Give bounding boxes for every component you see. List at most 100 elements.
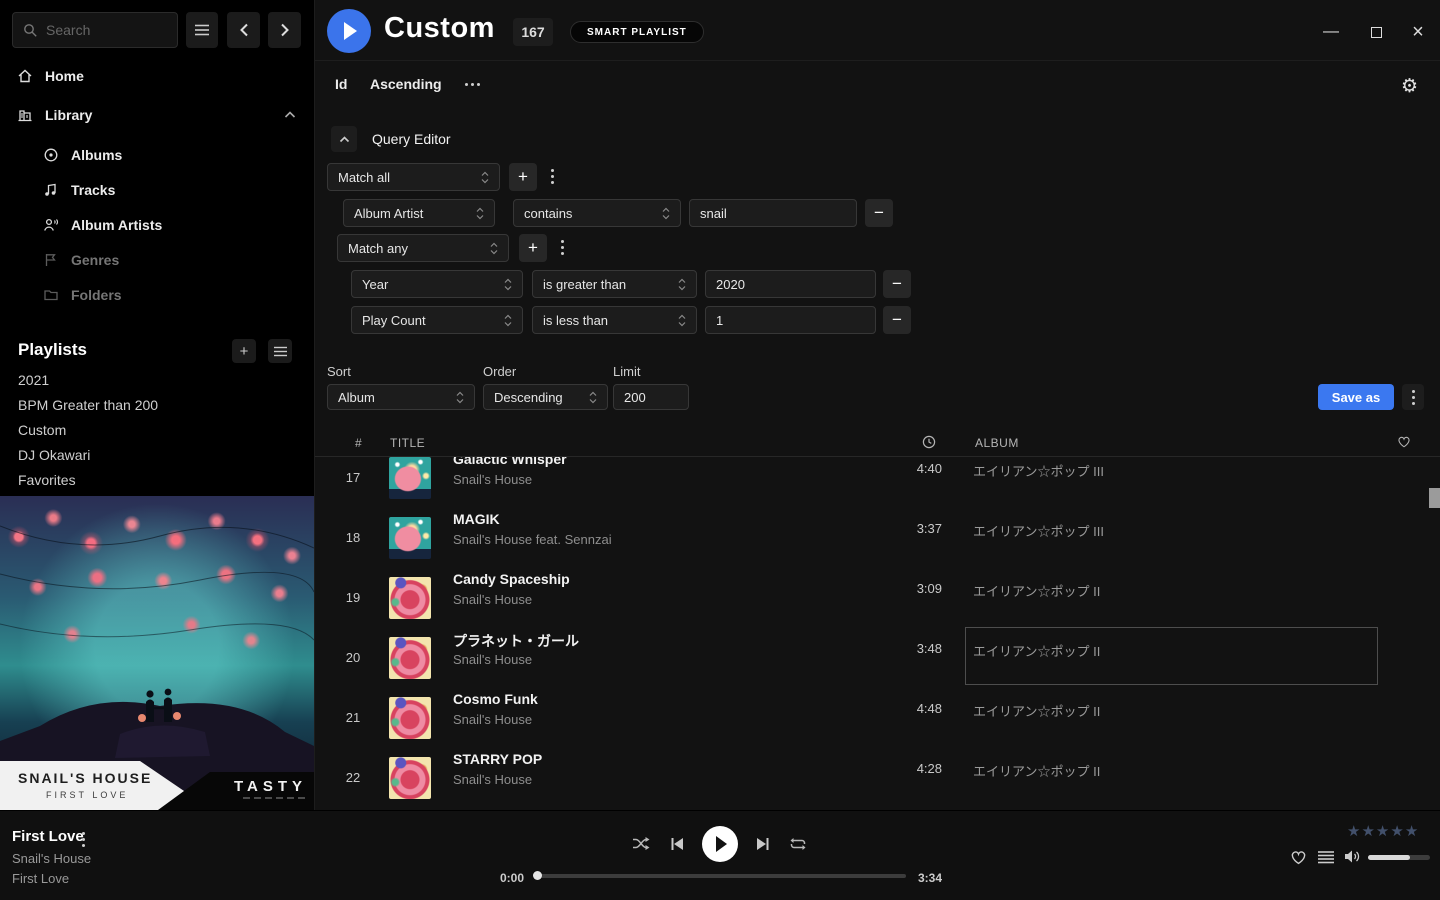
track-duration: 3:37 <box>860 521 942 536</box>
playlist-item[interactable]: BPM Greater than 200 <box>18 397 238 419</box>
window-minimize-button[interactable]: — <box>1315 16 1347 48</box>
rule-field-select[interactable]: Play Count <box>351 306 523 334</box>
track-row[interactable]: 18 MAGIK Snail's House feat. Sennzai 3:3… <box>315 508 1440 568</box>
add-rule-button[interactable]: + <box>519 234 547 262</box>
playlist-item[interactable]: Custom <box>18 422 238 444</box>
app-window: Home Library Albums Tracks <box>0 0 1440 900</box>
sort-direction-button[interactable]: Ascending <box>370 76 442 92</box>
track-artist: Snail's House <box>453 772 532 787</box>
now-playing-artist[interactable]: Snail's House <box>12 851 91 866</box>
save-as-button[interactable]: Save as <box>1318 384 1394 410</box>
select-value: is less than <box>543 313 608 328</box>
more-options-button[interactable] <box>465 83 480 86</box>
limit-input[interactable] <box>624 390 678 405</box>
total-time: 3:34 <box>918 871 942 885</box>
seek-knob[interactable] <box>533 871 542 880</box>
column-index[interactable]: # <box>355 436 362 450</box>
group-menu-button[interactable] <box>561 240 564 255</box>
seek-slider[interactable] <box>534 874 906 878</box>
sidebar-item-home[interactable]: Home <box>0 61 314 91</box>
track-title: プラネット・ガール <box>453 631 579 651</box>
remove-rule-button[interactable]: − <box>883 306 911 334</box>
star-icon[interactable]: ★ <box>1405 822 1418 840</box>
sidebar-item-genres[interactable]: Genres <box>0 245 314 275</box>
star-icon[interactable]: ★ <box>1361 822 1374 840</box>
rule-operator-select[interactable]: is greater than <box>532 270 697 298</box>
playlist-list-button[interactable] <box>268 339 292 363</box>
playlist-item[interactable]: 2021 <box>18 372 238 394</box>
window-close-button[interactable]: × <box>1402 16 1434 48</box>
volume-icon[interactable] <box>1344 849 1361 864</box>
menu-button[interactable] <box>186 12 218 48</box>
nav-back-button[interactable] <box>227 12 260 48</box>
sidebar-item-label: Folders <box>71 287 122 303</box>
sidebar-item-library[interactable]: Library <box>0 100 314 130</box>
favorite-heart-button[interactable] <box>1290 849 1307 865</box>
sidebar-item-folders[interactable]: Folders <box>0 280 314 310</box>
sidebar-item-album-artists[interactable]: Album Artists <box>0 210 314 240</box>
playlist-item[interactable]: DJ Okawari <box>18 447 238 469</box>
track-number: 17 <box>335 470 371 485</box>
rating-stars[interactable]: ★ ★ ★ ★ ★ <box>1347 822 1418 840</box>
now-playing-cover-art[interactable]: SNAIL'S HOUSE FIRST LOVE TASTY <box>0 496 314 810</box>
column-album[interactable]: ALBUM <box>975 436 1019 450</box>
nav-forward-button[interactable] <box>268 12 301 48</box>
track-row[interactable]: 17 Galactic Whisper Snail's House 4:40 エ… <box>315 457 1440 508</box>
now-playing-title[interactable]: First Love <box>12 828 84 845</box>
heart-column-icon[interactable] <box>1397 435 1411 448</box>
match-type-select[interactable]: Match any <box>337 234 509 262</box>
remove-rule-button[interactable]: − <box>865 199 893 227</box>
sort-select[interactable]: Album <box>327 384 475 410</box>
sidebar-item-tracks[interactable]: Tracks <box>0 175 314 205</box>
limit-input-wrap <box>613 384 689 410</box>
column-title[interactable]: TITLE <box>390 436 425 450</box>
now-playing-album[interactable]: First Love <box>12 871 69 886</box>
repeat-button[interactable] <box>789 837 807 851</box>
window-maximize-button[interactable] <box>1360 16 1392 48</box>
query-menu-button[interactable] <box>1402 384 1424 410</box>
play-button[interactable] <box>702 826 738 862</box>
group-menu-button[interactable] <box>551 169 554 184</box>
vertical-scrollbar-thumb[interactable] <box>1429 488 1440 508</box>
shuffle-button[interactable] <box>632 836 650 851</box>
remove-rule-button[interactable]: − <box>883 270 911 298</box>
rule-operator-select[interactable]: is less than <box>532 306 697 334</box>
playlist-play-button[interactable] <box>327 9 371 53</box>
track-row[interactable]: 21 Cosmo Funk Snail's House 4:48 エイリアン☆ポ… <box>315 688 1440 748</box>
next-track-button[interactable] <box>756 837 770 851</box>
search-input-wrap[interactable] <box>12 12 178 48</box>
order-select[interactable]: Descending <box>483 384 608 410</box>
playlist-item[interactable]: Favorites <box>18 472 238 494</box>
rule-value-input-wrap <box>705 306 876 334</box>
star-icon[interactable]: ★ <box>1376 822 1389 840</box>
rule-field-select[interactable]: Year <box>351 270 523 298</box>
sidebar-item-albums[interactable]: Albums <box>0 140 314 170</box>
rule-value-input[interactable] <box>716 277 865 292</box>
rule-value-input[interactable] <box>716 313 865 328</box>
star-icon[interactable]: ★ <box>1390 822 1403 840</box>
rule-field-select[interactable]: Album Artist <box>343 199 495 227</box>
track-art-thumbnail <box>389 697 431 739</box>
artist-person-icon <box>43 217 59 233</box>
rule-operator-select[interactable]: contains <box>513 199 681 227</box>
chevron-up-icon[interactable] <box>284 111 296 119</box>
flag-icon <box>43 252 59 268</box>
rule-value-input[interactable] <box>700 206 846 221</box>
match-type-select[interactable]: Match all <box>327 163 500 191</box>
sidebar-item-label: Home <box>45 68 84 84</box>
queue-button[interactable] <box>1318 851 1334 864</box>
track-duration: 4:48 <box>860 701 942 716</box>
query-editor-collapse-button[interactable] <box>331 126 357 152</box>
previous-track-button[interactable] <box>670 837 684 851</box>
track-row[interactable]: 19 Candy Spaceship Snail's House 3:09 エイ… <box>315 568 1440 628</box>
settings-gear-icon[interactable]: ⚙ <box>1401 75 1418 97</box>
sort-field-button[interactable]: Id <box>335 76 347 92</box>
star-icon[interactable]: ★ <box>1347 822 1360 840</box>
select-value: Album Artist <box>354 206 423 221</box>
clock-icon[interactable] <box>922 435 936 449</box>
add-playlist-button[interactable]: + <box>232 339 256 363</box>
volume-slider[interactable] <box>1368 855 1430 860</box>
track-row[interactable]: 22 STARRY POP Snail's House 4:28 エイリアン☆ポ… <box>315 748 1440 808</box>
now-playing-menu-button[interactable] <box>82 832 85 847</box>
add-rule-button[interactable]: + <box>509 163 537 191</box>
